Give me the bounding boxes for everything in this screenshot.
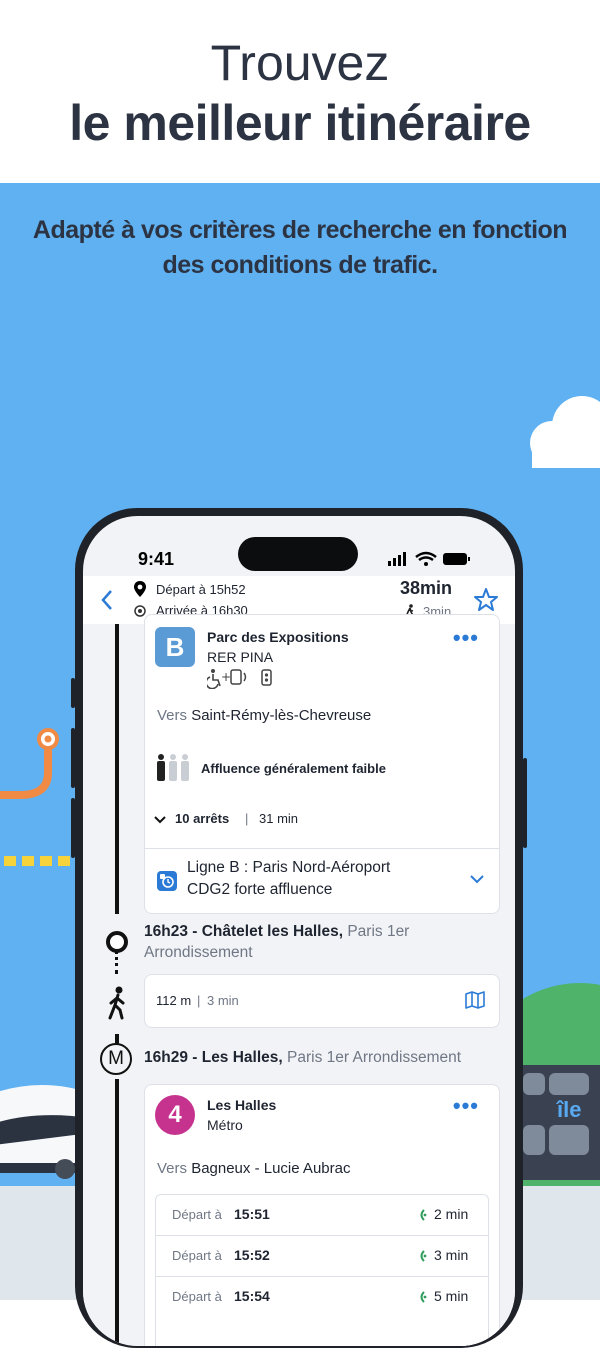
trip-duration: 38min (400, 578, 453, 598)
status-clock: 9:41 (138, 549, 175, 569)
line-4-badge: 4 (155, 1095, 195, 1135)
realtime-icon (420, 1291, 427, 1303)
promo-header: Trouvez le meilleur itinéraire (0, 0, 600, 183)
train-right-icon: île (515, 1065, 600, 1180)
depart-time: Départ à 15h52 (156, 582, 246, 597)
leg-card-metro[interactable]: 4 Les Halles Métro ••• Vers Bagneux - Lu… (144, 1084, 500, 1346)
stops-count: 10 arrêts (175, 811, 230, 826)
favorite-star-icon[interactable] (473, 587, 499, 613)
location-pin-icon (134, 581, 146, 597)
disruption-info-icon (157, 871, 177, 891)
metro-marker-icon: M (100, 1043, 132, 1075)
leg-card-rer[interactable]: B Parc des Expositions RER PINA + ••• Ve… (144, 614, 500, 914)
svg-text:+: + (221, 670, 231, 684)
transfer-stop-line1: 16h23 - Châtelet les Halles, Paris 1er (144, 923, 410, 940)
crowd-label: Affluence généralement faible (201, 761, 386, 776)
transfer-stop-line2: Arrondissement (144, 944, 253, 961)
stops-toggle[interactable]: 10 arrêts | 31 min (153, 811, 453, 835)
headline-line-1: Trouvez (210, 35, 390, 91)
metro-mode: Métro (207, 1117, 243, 1133)
realtime-icon (420, 1250, 427, 1262)
arrival-target-icon (134, 605, 146, 617)
dynamic-island (238, 537, 358, 571)
realtime-icon (420, 1209, 427, 1221)
traffic-alert[interactable]: Ligne B : Paris Nord-Aéroport CDG2 forte… (145, 849, 499, 911)
train-logo: île (557, 1097, 582, 1122)
subtitle-line-2: des conditions de trafic. (162, 251, 438, 279)
rer-direction: Vers Saint-Rémy-lès-Chevreuse (157, 707, 372, 724)
metro-stop-line: 16h29 - Les Halles, Paris 1er Arrondisse… (144, 1049, 462, 1066)
alert-line-1: Ligne B : Paris Nord-Aéroport (187, 859, 391, 876)
subtitle: Adapté à vos critères de recherche en fo… (20, 213, 580, 283)
walk-time: 3 min (207, 993, 239, 1008)
chevron-down-icon (470, 875, 484, 884)
line-b-badge: B (155, 627, 195, 667)
timeline-line-metro (115, 1079, 119, 1346)
walk-card[interactable]: 112 m | 3 min (144, 974, 500, 1028)
walking-icon (108, 986, 125, 1020)
metro-stop-name: Les Halles (207, 1097, 277, 1113)
alert-line-2: CDG2 forte affluence (187, 881, 333, 898)
phone-frame: 9:41 Départ à 15h52 Arrivée à 16h30 38mi… (71, 508, 527, 1348)
cloud-icon (530, 396, 600, 468)
departure-row[interactable]: Départ à 15:51 2 min (156, 1195, 488, 1235)
map-icon[interactable] (465, 991, 485, 1009)
departure-row[interactable]: Départ à 15:54 5 min (156, 1277, 488, 1317)
more-options-icon[interactable]: ••• (453, 625, 479, 651)
subtitle-line-1: Adapté à vos critères de recherche en fo… (32, 216, 568, 244)
walk-distance: 112 m (156, 993, 192, 1008)
chevron-down-icon (154, 816, 166, 824)
rer-mission: RER PINA (207, 649, 274, 665)
timeline-line-rer (115, 624, 119, 914)
stop-circle-icon (106, 931, 128, 953)
crowd-level-icon (157, 754, 189, 781)
headline-line-2: le meilleur itinéraire (69, 95, 531, 151)
departure-row[interactable]: Départ à 15:52 3 min (156, 1236, 488, 1276)
back-chevron-icon[interactable] (99, 588, 115, 612)
metro-direction: Vers Bagneux - Lucie Aubrac (157, 1160, 351, 1177)
stops-duration: 31 min (259, 811, 299, 826)
status-icons (388, 551, 470, 566)
more-options-icon[interactable]: ••• (453, 1093, 479, 1119)
rer-stop-name: Parc des Expositions (207, 629, 349, 645)
accessibility-icon: + (207, 669, 272, 689)
route-line-icon (0, 728, 70, 866)
phone-screen: 9:41 Départ à 15h52 Arrivée à 16h30 38mi… (83, 516, 515, 1346)
departures-list: Départ à 15:51 2 min Départ à 15:52 3 mi… (155, 1194, 489, 1346)
itinerary-timeline: B Parc des Expositions RER PINA + ••• Ve… (83, 614, 515, 1346)
